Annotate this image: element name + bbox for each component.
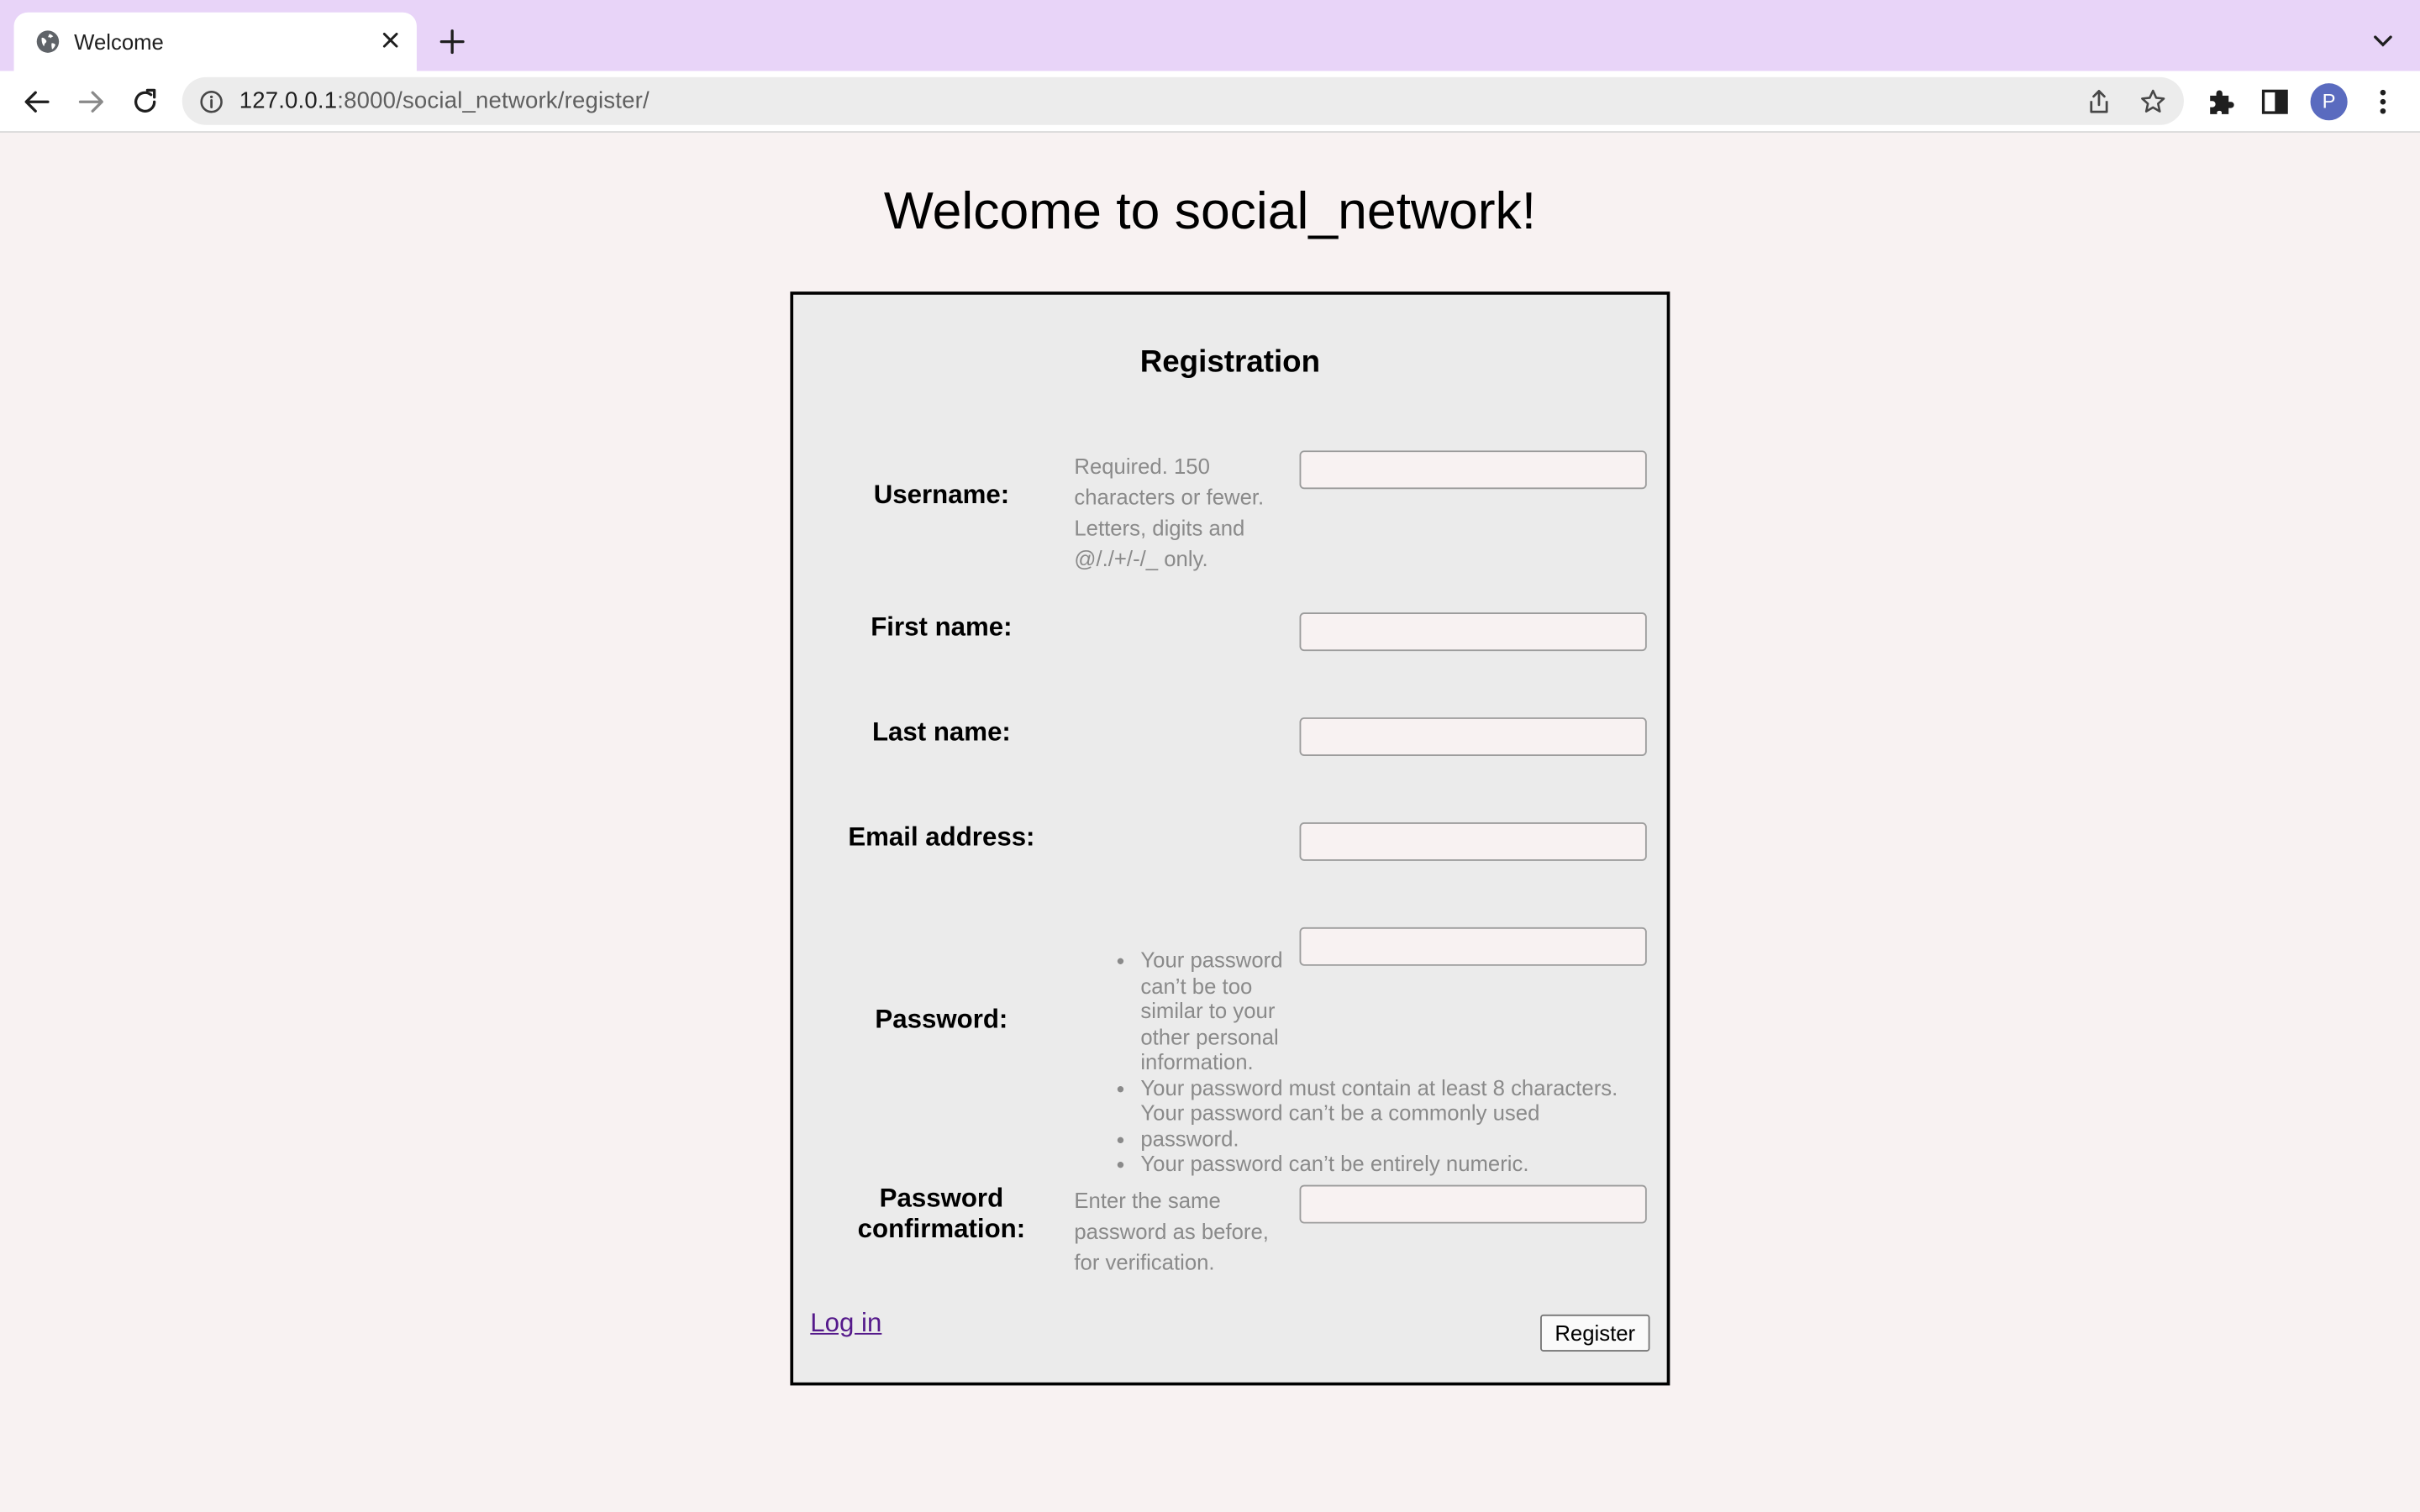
password-rule-text: Your password can’t be entirely numeric. — [1140, 1151, 1529, 1176]
plus-icon[interactable] — [439, 28, 466, 55]
username-help-text: Required. 150 characters or fewer. Lette… — [1074, 454, 1265, 571]
close-icon[interactable] — [378, 28, 402, 52]
tab-title: Welcome — [74, 29, 164, 55]
last-name-label: Last name: — [871, 717, 1011, 747]
password-rule-text: Your password can’t be too similar to yo… — [1140, 947, 1283, 1074]
username-input[interactable] — [1299, 450, 1647, 490]
info-icon[interactable] — [199, 90, 224, 114]
password-confirmation-input[interactable] — [1299, 1184, 1647, 1224]
password-rule: Your password can’t be a commonly used p… — [1140, 1100, 1648, 1152]
first-name-label: First name: — [871, 612, 1013, 643]
forward-arrow-icon[interactable] — [74, 85, 108, 118]
bookmark-star-icon[interactable] — [2139, 88, 2167, 116]
email-label: Email address: — [848, 822, 1035, 852]
username-label: Username: — [873, 480, 1010, 510]
password-confirmation-label: Password confirmation: — [810, 1184, 1072, 1245]
extensions-puzzle-icon[interactable] — [2204, 85, 2238, 118]
password-rule-text: Your password can’t be a commonly used p… — [1140, 1100, 1540, 1151]
browser-tab[interactable]: Welcome — [13, 12, 417, 71]
password-rule: Your password can’t be entirely numeric. — [1140, 1151, 1648, 1176]
reload-icon[interactable] — [128, 85, 161, 118]
globe-icon — [36, 30, 60, 53]
browser-toolbar: 127.0.0.1:8000/social_network/register/ … — [0, 71, 2420, 133]
registration-form: Registration Username: Required. 150 cha… — [790, 291, 1670, 1386]
password-label: Password: — [875, 1004, 1008, 1034]
password-rule: Your password must contain at least 8 ch… — [1140, 1074, 1648, 1100]
register-button[interactable]: Register — [1540, 1314, 1650, 1352]
password-rules-list: Your password can’t be too similar to yo… — [1116, 948, 1649, 1177]
login-link[interactable]: Log in — [810, 1309, 881, 1340]
share-icon[interactable] — [2086, 88, 2111, 116]
more-vertical-icon[interactable] — [2366, 85, 2400, 118]
form-heading: Registration — [1139, 345, 1321, 380]
password-rule-text: Your password must contain at least 8 ch… — [1140, 1074, 1618, 1100]
profile-avatar[interactable]: P — [2310, 83, 2348, 121]
url-host: 127.0.0.1 — [239, 87, 338, 114]
page-title: Welcome to social_network! — [883, 181, 1537, 241]
last-name-input[interactable] — [1299, 717, 1647, 757]
password-confirmation-help-text: Enter the same password as before, for v… — [1074, 1188, 1269, 1275]
back-arrow-icon[interactable] — [20, 85, 54, 118]
password-confirmation-label-line2: confirmation: — [857, 1214, 1026, 1244]
password-rule: Your password can’t be too similar to yo… — [1140, 948, 1648, 1075]
first-name-input[interactable] — [1299, 612, 1647, 652]
chevron-down-icon[interactable] — [2370, 31, 2395, 53]
tab-strip: Welcome — [0, 0, 2420, 71]
email-input[interactable] — [1299, 822, 1647, 861]
side-panel-icon[interactable] — [2258, 85, 2291, 118]
address-bar[interactable]: 127.0.0.1:8000/social_network/register/ — [182, 76, 2184, 125]
url-path: :8000/social_network/register/ — [337, 87, 650, 114]
url-text[interactable]: 127.0.0.1:8000/social_network/register/ — [239, 88, 650, 114]
password-confirmation-label-line1: Password — [879, 1183, 1004, 1213]
